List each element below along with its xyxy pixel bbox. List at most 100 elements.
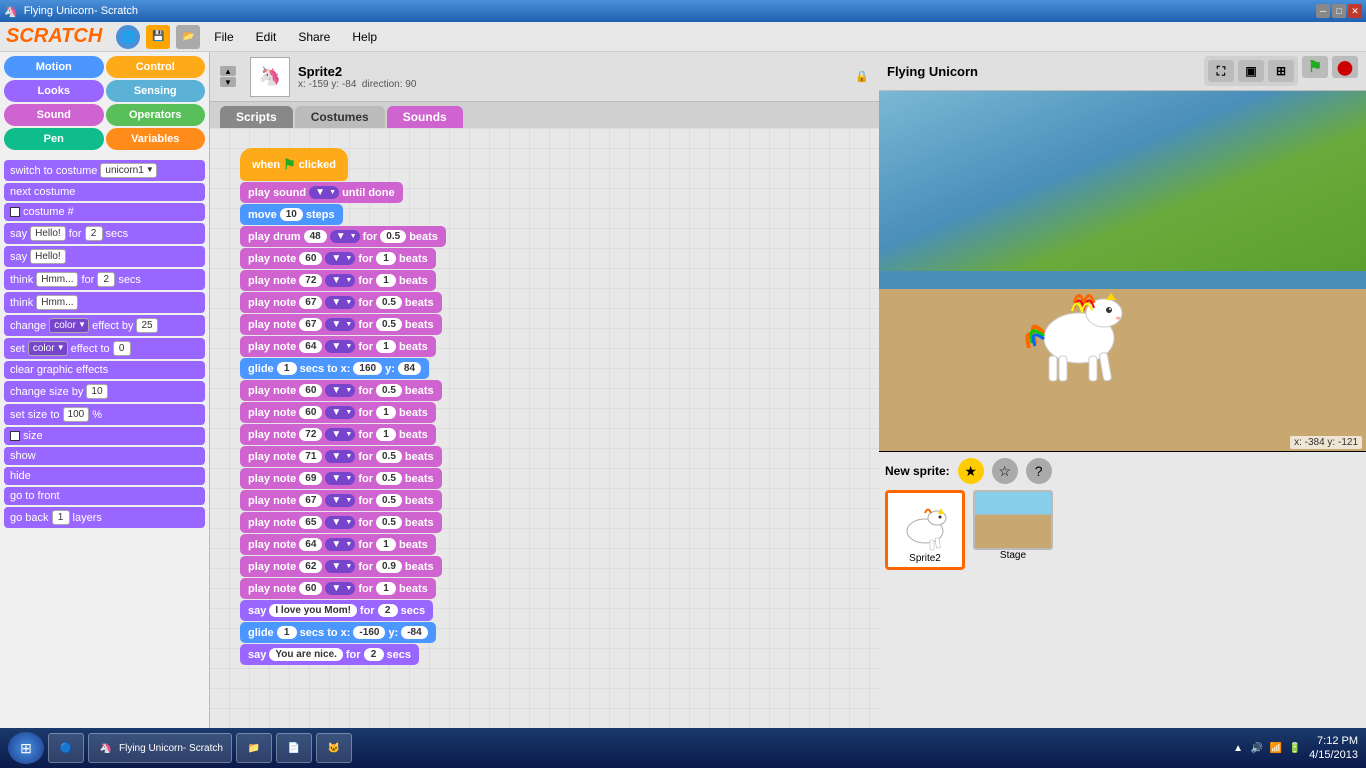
block-play-note-13[interactable]: play note 64▼ for 1 beats xyxy=(240,534,436,555)
block-show[interactable]: show xyxy=(4,447,205,465)
block-when-flag-clicked[interactable]: when ⚑ clicked xyxy=(240,148,348,181)
tab-scripts[interactable]: Scripts xyxy=(220,106,293,128)
help-menu[interactable]: Help xyxy=(344,26,385,48)
block-play-note-4[interactable]: play note 67▼ for 0.5 beats xyxy=(240,314,442,335)
script-canvas: when ⚑ clicked play sound ▼ until done m… xyxy=(210,128,879,728)
block-play-note-2[interactable]: play note 72▼ for 1 beats xyxy=(240,270,436,291)
stage-controls: ⛶ ▣ ⊞ ⚑ ⬤ xyxy=(1204,56,1358,86)
green-flag-button[interactable]: ⚑ xyxy=(1302,56,1328,78)
block-move-steps[interactable]: move 10 steps xyxy=(240,204,343,225)
category-operators[interactable]: Operators xyxy=(106,104,206,126)
taskbar-folder[interactable]: 📁 xyxy=(236,733,272,763)
block-say-nice[interactable]: say You are nice. for 2 secs xyxy=(240,644,419,665)
tabs-bar: Scripts Costumes Sounds xyxy=(210,102,879,128)
sprite-thumb-sprite2[interactable]: Sprite2 xyxy=(885,490,965,570)
block-say[interactable]: say Hello! xyxy=(4,246,205,267)
fullscreen-button[interactable]: ⛶ xyxy=(1208,60,1234,82)
block-play-note-1[interactable]: play note 60▼ for 1 beats xyxy=(240,248,436,269)
open-button[interactable]: 📂 xyxy=(176,25,200,49)
block-next-costume[interactable]: next costume xyxy=(4,183,205,201)
block-play-drum[interactable]: play drum 48▼ for 0.5 beats xyxy=(240,226,446,247)
lock-icon: 🔒 xyxy=(855,70,869,83)
share-menu[interactable]: Share xyxy=(290,26,338,48)
block-play-note-12[interactable]: play note 65▼ for 0.5 beats xyxy=(240,512,442,533)
block-play-note-15[interactable]: play note 60▼ for 1 beats xyxy=(240,578,436,599)
block-play-note-5[interactable]: play note 64▼ for 1 beats xyxy=(240,336,436,357)
category-control[interactable]: Control xyxy=(106,56,206,78)
block-think-for[interactable]: think Hmm... for 2 secs xyxy=(4,269,205,290)
tab-sounds[interactable]: Sounds xyxy=(387,106,463,128)
nav-up[interactable]: ▲ xyxy=(220,66,236,76)
block-say-mom[interactable]: say I love you Mom! for 2 secs xyxy=(240,600,433,621)
category-motion[interactable]: Motion xyxy=(4,56,104,78)
category-looks[interactable]: Looks xyxy=(4,80,104,102)
block-play-note-14[interactable]: play note 62▼ for 0.9 beats xyxy=(240,556,442,577)
blocks-area: switch to costume unicorn1 next costume … xyxy=(0,154,209,728)
block-clear-effects[interactable]: clear graphic effects xyxy=(4,361,205,379)
sprites-panel: New sprite: ★ ☆ ? Spr xyxy=(879,452,1366,728)
minimize-button[interactable]: ─ xyxy=(1316,4,1330,18)
sprites-header: New sprite: ★ ☆ ? xyxy=(885,458,1360,484)
block-glide-1[interactable]: glide 1 secs to x: 160 y: 84 xyxy=(240,358,429,379)
upload-sprite-button[interactable]: ☆ xyxy=(992,458,1018,484)
block-set-effect[interactable]: set color effect to 0 xyxy=(4,338,205,359)
maximize-button[interactable]: □ xyxy=(1332,4,1346,18)
block-size-reporter[interactable]: size xyxy=(4,427,205,445)
block-play-note-11[interactable]: play note 67▼ for 0.5 beats xyxy=(240,490,442,511)
category-pen[interactable]: Pen xyxy=(4,128,104,150)
block-play-note-9[interactable]: play note 71▼ for 0.5 beats xyxy=(240,446,442,467)
stop-button[interactable]: ⬤ xyxy=(1332,56,1358,78)
block-set-size[interactable]: set size to 100 % xyxy=(4,404,205,425)
stage-thumb-container: Stage xyxy=(973,490,1053,570)
unicorn-sprite xyxy=(1019,258,1139,391)
taskbar-left: ⊞ 🔵 🦄 Flying Unicorn- Scratch 📁 📄 🐱 xyxy=(8,732,352,764)
category-variables[interactable]: Variables xyxy=(106,128,206,150)
sprite2-label: Sprite2 xyxy=(909,553,941,564)
sprite-coords: x: -159 y: -84 direction: 90 xyxy=(298,79,416,90)
tab-costumes[interactable]: Costumes xyxy=(295,106,385,128)
block-glide-2[interactable]: glide 1 secs to x: -160 y: -84 xyxy=(240,622,436,643)
taskbar-app2[interactable]: 📄 xyxy=(276,733,312,763)
tray-icon-2: 🔊 xyxy=(1249,740,1265,756)
block-costume-number[interactable]: costume # xyxy=(4,203,205,221)
start-button[interactable]: ⊞ xyxy=(8,732,44,764)
category-sound[interactable]: Sound xyxy=(4,104,104,126)
block-switch-costume[interactable]: switch to costume unicorn1 xyxy=(4,160,205,181)
block-play-note-7[interactable]: play note 60▼ for 1 beats xyxy=(240,402,436,423)
close-button[interactable]: ✕ xyxy=(1348,4,1362,18)
middle-panel: ▲ ▼ 🦄 Sprite2 x: -159 y: -84 direction: … xyxy=(210,52,879,728)
paint-sprite-button[interactable]: ★ xyxy=(958,458,984,484)
file-menu[interactable]: File xyxy=(206,26,241,48)
stage-thumb[interactable] xyxy=(973,490,1053,550)
block-play-note-10[interactable]: play note 69▼ for 0.5 beats xyxy=(240,468,442,489)
normal-size-button[interactable]: ▣ xyxy=(1238,60,1264,82)
block-say-for[interactable]: say Hello! for 2 secs xyxy=(4,223,205,244)
block-play-note-6[interactable]: play note 60▼ for 0.5 beats xyxy=(240,380,442,401)
taskbar-scratch[interactable]: 🦄 Flying Unicorn- Scratch xyxy=(88,733,232,763)
edit-menu[interactable]: Edit xyxy=(248,26,285,48)
title-area: 🦄 Flying Unicorn- Scratch xyxy=(4,5,138,18)
block-change-effect[interactable]: change color effect by 25 xyxy=(4,315,205,336)
app-icon: 🦄 xyxy=(4,5,18,18)
stage-title-text: Flying Unicorn xyxy=(887,64,978,79)
scratch-taskbar-label: Flying Unicorn- Scratch xyxy=(119,743,223,754)
taskbar-chrome[interactable]: 🔵 xyxy=(48,733,84,763)
new-sprite-label: New sprite: xyxy=(885,464,950,478)
block-play-note-8[interactable]: play note 72▼ for 1 beats xyxy=(240,424,436,445)
block-play-note-3[interactable]: play note 67▼ for 0.5 beats xyxy=(240,292,442,313)
window-title: Flying Unicorn- Scratch xyxy=(24,5,138,17)
category-sensing[interactable]: Sensing xyxy=(106,80,206,102)
block-hide[interactable]: hide xyxy=(4,467,205,485)
menubar: SCRATCH 🌐 💾 📂 File Edit Share Help xyxy=(0,22,1366,52)
block-go-back[interactable]: go back 1 layers xyxy=(4,507,205,528)
block-change-size[interactable]: change size by 10 xyxy=(4,381,205,402)
nav-down[interactable]: ▼ xyxy=(220,77,236,87)
block-go-to-front[interactable]: go to front xyxy=(4,487,205,505)
language-button[interactable]: 🌐 xyxy=(116,25,140,49)
block-play-sound-until-done[interactable]: play sound ▼ until done xyxy=(240,182,403,203)
surprise-sprite-button[interactable]: ? xyxy=(1026,458,1052,484)
small-size-button[interactable]: ⊞ xyxy=(1268,60,1294,82)
taskbar-app3[interactable]: 🐱 xyxy=(316,733,352,763)
save-button[interactable]: 💾 xyxy=(146,25,170,49)
block-think[interactable]: think Hmm... xyxy=(4,292,205,313)
